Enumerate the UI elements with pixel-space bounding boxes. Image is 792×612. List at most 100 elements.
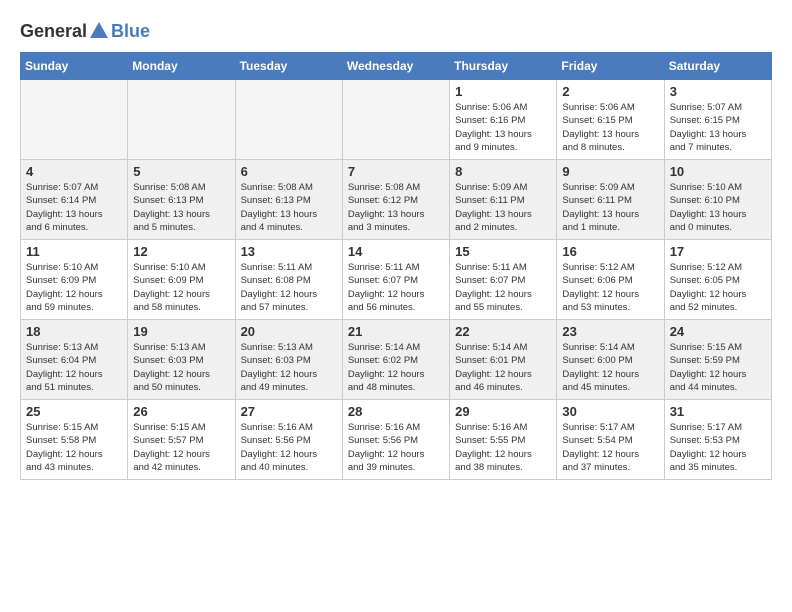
calendar-cell: 29Sunrise: 5:16 AM Sunset: 5:55 PM Dayli… [450, 400, 557, 480]
week-row-2: 4 Sunrise: 5:07 AM Sunset: 6:14 PM Daylig… [21, 160, 772, 240]
day-number: 3 [670, 84, 766, 99]
day-info: Sunrise: 5:15 AM Sunset: 5:58 PM Dayligh… [26, 421, 122, 474]
calendar-cell: 22Sunrise: 5:14 AM Sunset: 6:01 PM Dayli… [450, 320, 557, 400]
day-info: Sunrise: 5:11 AM Sunset: 6:07 PM Dayligh… [455, 261, 551, 314]
day-number: 20 [241, 324, 337, 339]
calendar-cell: 8 Sunrise: 5:09 AM Sunset: 6:11 PM Daylig… [450, 160, 557, 240]
day-info: Sunrise: 5:12 AM Sunset: 6:05 PM Dayligh… [670, 261, 766, 314]
day-number: 14 [348, 244, 444, 259]
day-number: 17 [670, 244, 766, 259]
day-info: Sunrise: 5:15 AM Sunset: 5:57 PM Dayligh… [133, 421, 229, 474]
day-number: 30 [562, 404, 658, 419]
calendar-cell: 10 Sunrise: 5:10 AM Sunset: 6:10 PM Dayli… [664, 160, 771, 240]
day-number: 10 [670, 164, 766, 179]
day-number: 29 [455, 404, 551, 419]
day-number: 12 [133, 244, 229, 259]
day-info: Sunrise: 5:10 AM Sunset: 6:09 PM Dayligh… [26, 261, 122, 314]
day-info: Sunrise: 5:06 AM Sunset: 6:15 PM Dayligh… [562, 101, 658, 154]
day-number: 8 [455, 164, 551, 179]
calendar-cell: 28Sunrise: 5:16 AM Sunset: 5:56 PM Dayli… [342, 400, 449, 480]
day-number: 27 [241, 404, 337, 419]
calendar-cell [235, 80, 342, 160]
day-number: 26 [133, 404, 229, 419]
day-info: Sunrise: 5:17 AM Sunset: 5:53 PM Dayligh… [670, 421, 766, 474]
day-header-friday: Friday [557, 53, 664, 80]
day-number: 2 [562, 84, 658, 99]
day-number: 5 [133, 164, 229, 179]
day-info: Sunrise: 5:06 AM Sunset: 6:16 PM Dayligh… [455, 101, 551, 154]
calendar-table: SundayMondayTuesdayWednesdayThursdayFrid… [20, 52, 772, 480]
day-header-saturday: Saturday [664, 53, 771, 80]
calendar-cell: 14Sunrise: 5:11 AM Sunset: 6:07 PM Dayli… [342, 240, 449, 320]
day-header-monday: Monday [128, 53, 235, 80]
day-info: Sunrise: 5:13 AM Sunset: 6:03 PM Dayligh… [133, 341, 229, 394]
day-header-sunday: Sunday [21, 53, 128, 80]
header-row: SundayMondayTuesdayWednesdayThursdayFrid… [21, 53, 772, 80]
calendar-cell: 27 Sunrise: 5:16 AM Sunset: 5:56 PM Dayli… [235, 400, 342, 480]
day-info: Sunrise: 5:14 AM Sunset: 6:00 PM Dayligh… [562, 341, 658, 394]
week-row-5: 25 Sunrise: 5:15 AM Sunset: 5:58 PM Dayli… [21, 400, 772, 480]
calendar-cell: 9 Sunrise: 5:09 AM Sunset: 6:11 PM Daylig… [557, 160, 664, 240]
day-number: 24 [670, 324, 766, 339]
day-header-wednesday: Wednesday [342, 53, 449, 80]
day-info: Sunrise: 5:07 AM Sunset: 6:15 PM Dayligh… [670, 101, 766, 154]
day-number: 4 [26, 164, 122, 179]
calendar-cell: 21 Sunrise: 5:14 AM Sunset: 6:02 PM Dayli… [342, 320, 449, 400]
day-info: Sunrise: 5:15 AM Sunset: 5:59 PM Dayligh… [670, 341, 766, 394]
day-number: 25 [26, 404, 122, 419]
day-info: Sunrise: 5:12 AM Sunset: 6:06 PM Dayligh… [562, 261, 658, 314]
calendar-cell: 7Sunrise: 5:08 AM Sunset: 6:12 PM Daylig… [342, 160, 449, 240]
week-row-3: 11 Sunrise: 5:10 AM Sunset: 6:09 PM Dayli… [21, 240, 772, 320]
day-number: 23 [562, 324, 658, 339]
day-number: 21 [348, 324, 444, 339]
calendar-cell: 11 Sunrise: 5:10 AM Sunset: 6:09 PM Dayli… [21, 240, 128, 320]
day-number: 31 [670, 404, 766, 419]
day-info: Sunrise: 5:07 AM Sunset: 6:14 PM Dayligh… [26, 181, 122, 234]
calendar-cell: 3 Sunrise: 5:07 AM Sunset: 6:15 PM Daylig… [664, 80, 771, 160]
day-info: Sunrise: 5:10 AM Sunset: 6:09 PM Dayligh… [133, 261, 229, 314]
calendar-cell: 25 Sunrise: 5:15 AM Sunset: 5:58 PM Dayli… [21, 400, 128, 480]
day-info: Sunrise: 5:08 AM Sunset: 6:13 PM Dayligh… [241, 181, 337, 234]
calendar-cell: 1Sunrise: 5:06 AM Sunset: 6:16 PM Daylig… [450, 80, 557, 160]
day-number: 19 [133, 324, 229, 339]
day-info: Sunrise: 5:16 AM Sunset: 5:56 PM Dayligh… [241, 421, 337, 474]
day-info: Sunrise: 5:14 AM Sunset: 6:01 PM Dayligh… [455, 341, 551, 394]
day-info: Sunrise: 5:17 AM Sunset: 5:54 PM Dayligh… [562, 421, 658, 474]
day-number: 11 [26, 244, 122, 259]
week-row-1: 1Sunrise: 5:06 AM Sunset: 6:16 PM Daylig… [21, 80, 772, 160]
day-number: 13 [241, 244, 337, 259]
day-info: Sunrise: 5:10 AM Sunset: 6:10 PM Dayligh… [670, 181, 766, 234]
calendar-cell [128, 80, 235, 160]
calendar-cell: 12 Sunrise: 5:10 AM Sunset: 6:09 PM Dayli… [128, 240, 235, 320]
calendar-cell: 5 Sunrise: 5:08 AM Sunset: 6:13 PM Daylig… [128, 160, 235, 240]
calendar-cell: 17 Sunrise: 5:12 AM Sunset: 6:05 PM Dayli… [664, 240, 771, 320]
logo-icon [88, 20, 110, 42]
calendar-cell: 2 Sunrise: 5:06 AM Sunset: 6:15 PM Daylig… [557, 80, 664, 160]
logo-general: General [20, 21, 87, 42]
calendar-cell: 30 Sunrise: 5:17 AM Sunset: 5:54 PM Dayli… [557, 400, 664, 480]
calendar-cell: 19 Sunrise: 5:13 AM Sunset: 6:03 PM Dayli… [128, 320, 235, 400]
day-info: Sunrise: 5:11 AM Sunset: 6:08 PM Dayligh… [241, 261, 337, 314]
day-header-tuesday: Tuesday [235, 53, 342, 80]
day-info: Sunrise: 5:08 AM Sunset: 6:13 PM Dayligh… [133, 181, 229, 234]
day-info: Sunrise: 5:16 AM Sunset: 5:56 PM Dayligh… [348, 421, 444, 474]
calendar-cell: 18Sunrise: 5:13 AM Sunset: 6:04 PM Dayli… [21, 320, 128, 400]
day-info: Sunrise: 5:09 AM Sunset: 6:11 PM Dayligh… [455, 181, 551, 234]
day-info: Sunrise: 5:13 AM Sunset: 6:04 PM Dayligh… [26, 341, 122, 394]
day-number: 9 [562, 164, 658, 179]
calendar-cell: 20Sunrise: 5:13 AM Sunset: 6:03 PM Dayli… [235, 320, 342, 400]
calendar-cell: 31 Sunrise: 5:17 AM Sunset: 5:53 PM Dayli… [664, 400, 771, 480]
day-info: Sunrise: 5:14 AM Sunset: 6:02 PM Dayligh… [348, 341, 444, 394]
calendar-cell: 24 Sunrise: 5:15 AM Sunset: 5:59 PM Dayli… [664, 320, 771, 400]
day-info: Sunrise: 5:09 AM Sunset: 6:11 PM Dayligh… [562, 181, 658, 234]
day-number: 7 [348, 164, 444, 179]
calendar-cell [342, 80, 449, 160]
day-header-thursday: Thursday [450, 53, 557, 80]
calendar-cell: 16Sunrise: 5:12 AM Sunset: 6:06 PM Dayli… [557, 240, 664, 320]
page-header: General Blue [20, 20, 772, 42]
calendar-cell: 23 Sunrise: 5:14 AM Sunset: 6:00 PM Dayli… [557, 320, 664, 400]
day-number: 15 [455, 244, 551, 259]
calendar-cell: 4 Sunrise: 5:07 AM Sunset: 6:14 PM Daylig… [21, 160, 128, 240]
calendar-cell [21, 80, 128, 160]
calendar-cell: 13 Sunrise: 5:11 AM Sunset: 6:08 PM Dayli… [235, 240, 342, 320]
